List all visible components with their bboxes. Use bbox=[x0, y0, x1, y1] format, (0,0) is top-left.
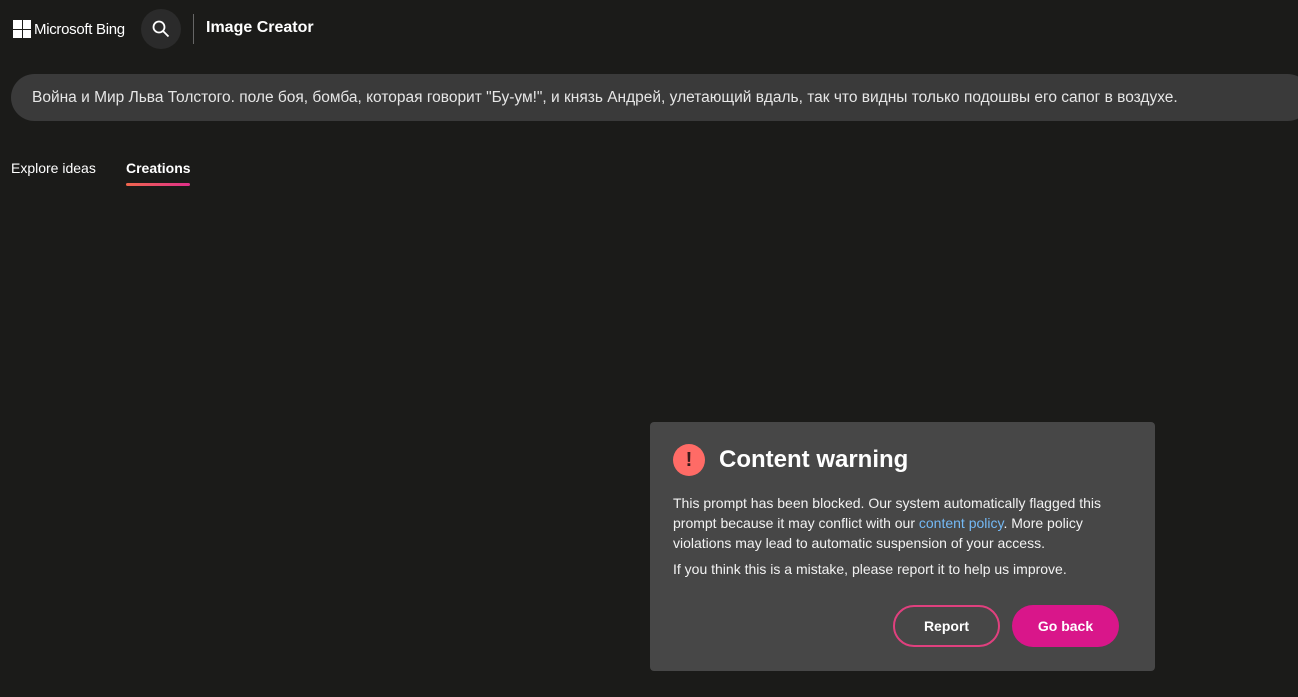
go-back-button[interactable]: Go back bbox=[1012, 605, 1119, 647]
header-divider bbox=[193, 14, 194, 44]
bing-logo[interactable]: Microsoft Bing bbox=[13, 20, 125, 38]
content-warning-dialog: ! Content warning This prompt has been b… bbox=[650, 422, 1155, 671]
search-button[interactable] bbox=[141, 9, 181, 49]
dialog-note: If you think this is a mistake, please r… bbox=[673, 561, 1067, 577]
content-policy-link[interactable]: content policy bbox=[919, 515, 1004, 531]
tab-creations[interactable]: Creations bbox=[126, 160, 191, 176]
tab-explore-ideas[interactable]: Explore ideas bbox=[11, 160, 96, 176]
prompt-input[interactable]: Война и Мир Льва Толстого. поле боя, бом… bbox=[11, 74, 1298, 121]
page-title: Image Creator bbox=[206, 19, 314, 36]
microsoft-logo-icon bbox=[13, 20, 31, 38]
active-tab-indicator bbox=[126, 183, 190, 186]
brand-name: Microsoft Bing bbox=[34, 20, 125, 38]
dialog-message: This prompt has been blocked. Our system… bbox=[673, 493, 1132, 553]
search-icon bbox=[152, 20, 170, 38]
dialog-title: Content warning bbox=[719, 446, 909, 473]
warning-icon: ! bbox=[673, 444, 705, 476]
report-button[interactable]: Report bbox=[893, 605, 1000, 647]
